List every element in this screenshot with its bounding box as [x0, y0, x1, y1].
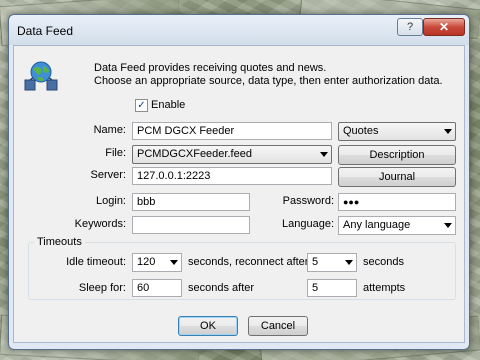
language-label: Language:: [282, 218, 334, 230]
enable-checkbox[interactable]: ✓: [135, 99, 148, 112]
language-value: Any language: [343, 219, 411, 231]
login-label: Login:: [96, 195, 126, 207]
chevron-down-icon: [444, 129, 452, 134]
file-value: PCMDGCXFeeder.feed: [137, 148, 252, 160]
idle-timeout-select[interactable]: 120: [132, 253, 182, 272]
data-feed-dialog: Data Feed ? ✕ Data Feed provides receivi…: [8, 14, 470, 350]
attempts-input[interactable]: 5: [307, 279, 357, 297]
enable-label: Enable: [151, 99, 186, 111]
reconnect-select[interactable]: 5: [307, 253, 357, 272]
language-select[interactable]: Any language: [338, 216, 456, 235]
sleep-mid-label: seconds after: [188, 282, 255, 294]
chevron-down-icon: [345, 260, 353, 265]
sleep-for-label: Sleep for:: [78, 282, 126, 294]
intro-line-1: Data Feed provides receiving quotes and …: [94, 62, 327, 74]
window-title: Data Feed: [17, 24, 74, 38]
idle-mid-label: seconds, reconnect after: [188, 256, 309, 268]
title-bar[interactable]: Data Feed ? ✕: [9, 15, 469, 45]
data-type-value: Quotes: [343, 125, 379, 137]
keywords-label: Keywords:: [74, 218, 126, 230]
help-button[interactable]: ?: [397, 18, 423, 36]
chevron-down-icon: [170, 260, 178, 265]
chevron-down-icon: [320, 152, 328, 157]
close-icon: ✕: [438, 20, 450, 34]
close-button[interactable]: ✕: [423, 18, 465, 36]
idle-timeout-value: 120: [137, 256, 156, 268]
timeouts-group-title: Timeouts: [34, 236, 85, 248]
name-label: Name:: [93, 124, 126, 136]
ok-button[interactable]: OK: [178, 316, 238, 336]
keywords-input[interactable]: [132, 216, 250, 234]
idle-timeout-label: Idle timeout:: [66, 256, 126, 268]
checkmark-icon: ✓: [137, 99, 146, 111]
question-icon: ?: [406, 21, 414, 33]
reconnect-value: 5: [312, 256, 319, 268]
dialog-body: Data Feed provides receiving quotes and …: [13, 45, 465, 343]
file-label: File:: [105, 147, 126, 159]
idle-suffix-label: seconds: [363, 256, 404, 268]
chevron-down-icon: [444, 223, 452, 228]
login-input[interactable]: bbb: [132, 193, 250, 211]
server-label: Server:: [90, 169, 126, 181]
password-input[interactable]: ●●●: [338, 193, 456, 211]
sleep-for-input[interactable]: 60: [132, 279, 182, 297]
password-label: Password:: [282, 195, 334, 207]
globe-network-icon: [24, 61, 58, 91]
attempts-label: attempts: [363, 282, 406, 294]
data-type-select[interactable]: Quotes: [338, 122, 456, 141]
description-button[interactable]: Description: [338, 145, 456, 165]
cancel-button[interactable]: Cancel: [248, 316, 308, 336]
intro-line-2: Choose an appropriate source, data type,…: [94, 75, 443, 87]
journal-button[interactable]: Journal: [338, 167, 456, 187]
name-input[interactable]: PCM DGCX Feeder: [132, 122, 332, 140]
server-input[interactable]: 127.0.0.1:2223: [132, 167, 332, 185]
file-select[interactable]: PCMDGCXFeeder.feed: [132, 145, 332, 164]
